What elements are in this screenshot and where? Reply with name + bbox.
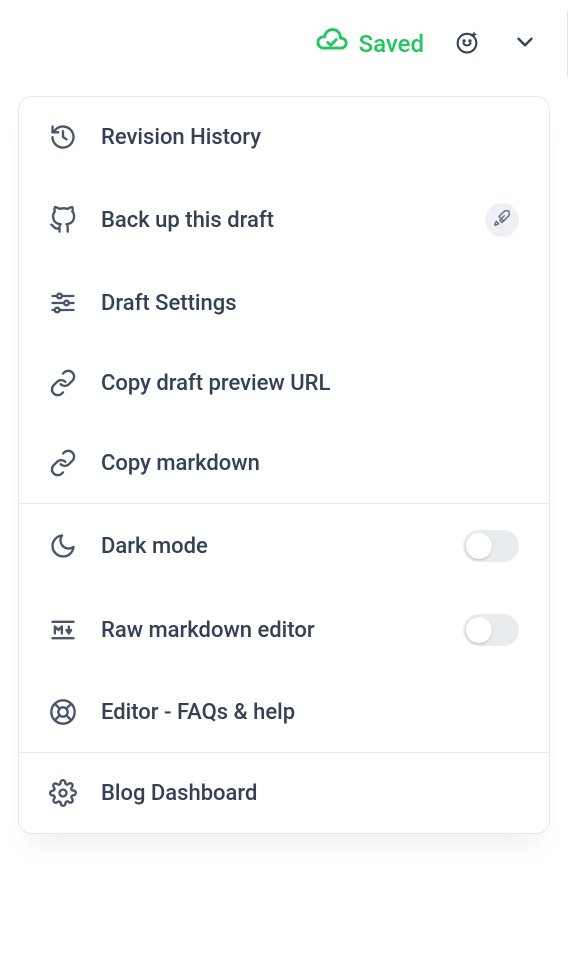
menu-item-draft-settings[interactable]: Draft Settings	[19, 263, 549, 343]
rocket-badge	[485, 203, 519, 237]
chevron-down-icon	[512, 29, 538, 59]
menu-label: Revision History	[101, 125, 519, 150]
github-icon	[49, 206, 77, 234]
menu-label: Raw markdown editor	[101, 618, 439, 643]
sliders-icon	[49, 289, 77, 317]
menu-item-faqs-help[interactable]: Editor - FAQs & help	[19, 672, 549, 752]
menu-label: Copy markdown	[101, 451, 519, 476]
sparkle-button[interactable]	[452, 29, 482, 59]
history-icon	[49, 123, 77, 151]
dropdown-menu: Revision History Back up this draft	[18, 96, 550, 834]
menu-item-dark-mode[interactable]: Dark mode	[19, 504, 549, 588]
menu-item-revision-history[interactable]: Revision History	[19, 97, 549, 177]
menu-item-blog-dashboard[interactable]: Blog Dashboard	[19, 753, 549, 833]
link-icon	[49, 449, 77, 477]
gear-icon	[49, 779, 77, 807]
menu-label: Dark mode	[101, 534, 439, 559]
sparkle-icon	[453, 28, 481, 60]
menu-label: Draft Settings	[101, 291, 519, 316]
menu-label: Blog Dashboard	[101, 781, 519, 806]
help-icon	[49, 698, 77, 726]
moon-icon	[49, 532, 77, 560]
menu-label: Editor - FAQs & help	[101, 700, 519, 725]
menu-item-raw-markdown[interactable]: Raw markdown editor	[19, 588, 549, 672]
menu-item-backup-draft[interactable]: Back up this draft	[19, 177, 549, 263]
markdown-icon	[49, 616, 77, 644]
menu-item-copy-markdown[interactable]: Copy markdown	[19, 423, 549, 503]
menu-item-copy-preview-url[interactable]: Copy draft preview URL	[19, 343, 549, 423]
menu-label: Copy draft preview URL	[101, 371, 519, 396]
rocket-icon	[493, 208, 511, 233]
chevron-button[interactable]	[510, 29, 540, 59]
raw-markdown-toggle[interactable]	[463, 614, 519, 646]
dark-mode-toggle[interactable]	[463, 530, 519, 562]
top-toolbar: Saved	[0, 0, 568, 88]
menu-label: Back up this draft	[101, 208, 461, 233]
cloud-check-icon	[315, 24, 349, 64]
saved-status: Saved	[315, 24, 424, 64]
saved-label: Saved	[359, 30, 424, 58]
link-icon	[49, 369, 77, 397]
